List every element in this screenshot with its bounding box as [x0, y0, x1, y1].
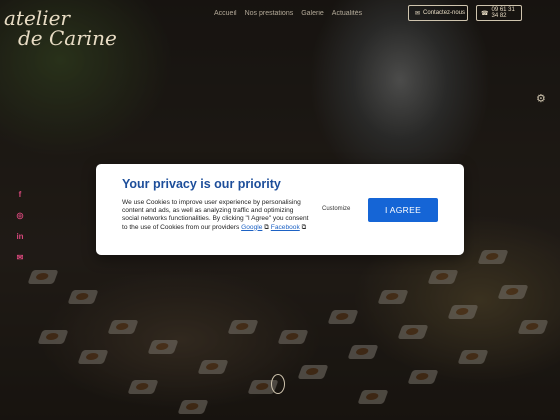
instagram-icon[interactable]: ◎	[15, 211, 25, 220]
contact-button[interactable]: ✉ Contactez-nous	[408, 5, 468, 21]
nav-item-prestations[interactable]: Nos prestations	[245, 10, 294, 17]
food-plate	[177, 400, 209, 414]
mail-icon[interactable]: ✉	[15, 253, 25, 262]
food-plate	[457, 350, 489, 364]
food-plate	[77, 350, 109, 364]
external-link-icon: ⧉	[301, 223, 307, 231]
food-plate	[127, 380, 159, 394]
food-plate	[277, 330, 309, 344]
customize-button[interactable]: Customize	[322, 206, 350, 212]
food-plate	[347, 345, 379, 359]
facebook-icon[interactable]: f	[15, 190, 25, 199]
logo-line-2: de Carine	[18, 26, 117, 50]
food-plate	[357, 390, 389, 404]
cookie-title: Your privacy is our priority	[122, 177, 281, 191]
food-plate	[27, 270, 59, 284]
food-plate	[377, 290, 409, 304]
food-plate	[517, 320, 549, 334]
food-plate	[327, 310, 359, 324]
nav-item-actualites[interactable]: Actualités	[332, 10, 362, 17]
nav-item-galerie[interactable]: Galerie	[301, 10, 324, 17]
food-plate	[67, 290, 99, 304]
food-plate	[297, 365, 329, 379]
food-plate	[197, 360, 229, 374]
external-link-icon: ⧉	[264, 223, 269, 231]
contact-label: Contactez-nous	[423, 10, 466, 16]
footer-logo	[266, 374, 290, 408]
food-plate	[227, 320, 259, 334]
food-plate	[497, 285, 529, 299]
facebook-link[interactable]: Facebook	[271, 224, 300, 231]
food-plate	[107, 320, 139, 334]
phone-icon: ☎	[481, 10, 489, 17]
phone-label: 09 61 31 34 82	[491, 7, 515, 19]
chat-icon: ✉	[415, 10, 421, 17]
nav-item-accueil[interactable]: Accueil	[214, 10, 237, 17]
food-plate	[407, 370, 439, 384]
food-plate	[447, 305, 479, 319]
gear-icon[interactable]: ⚙	[536, 92, 548, 105]
food-plate	[147, 340, 179, 354]
phone-button[interactable]: ☎ 09 61 31 34 82	[476, 5, 522, 21]
agree-button[interactable]: I AGREE	[368, 198, 438, 222]
social-links: f ◎ in ✉	[15, 190, 25, 262]
food-plate	[397, 325, 429, 339]
logo-mark-icon	[271, 374, 285, 394]
cookie-body: We use Cookies to improve user experienc…	[122, 199, 312, 232]
food-plate	[427, 270, 459, 284]
google-link[interactable]: Google	[241, 224, 262, 231]
logo-line-1: atelier	[4, 6, 70, 30]
site-logo[interactable]: atelier de Carine	[4, 8, 117, 48]
food-plate	[477, 250, 509, 264]
main-nav: Accueil Nos prestations Galerie Actualit…	[214, 10, 362, 17]
food-plate	[37, 330, 69, 344]
linkedin-icon[interactable]: in	[15, 232, 25, 241]
